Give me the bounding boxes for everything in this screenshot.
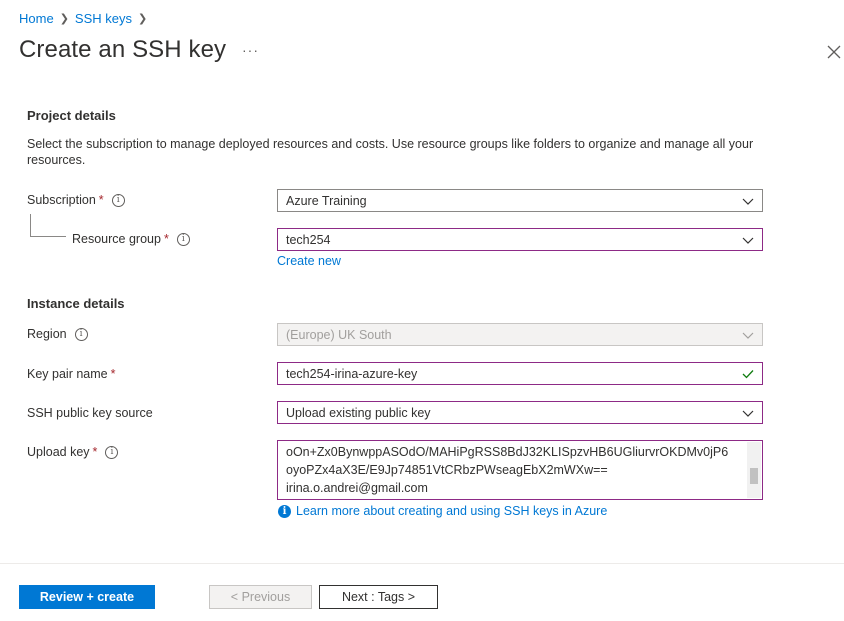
- resource-group-select[interactable]: tech254: [277, 228, 763, 251]
- scrollbar-thumb[interactable]: [750, 468, 758, 484]
- footer-divider: [0, 563, 844, 564]
- chevron-right-icon: ❯: [137, 13, 148, 25]
- review-create-button[interactable]: Review + create: [19, 585, 155, 609]
- subscription-select[interactable]: Azure Training: [277, 189, 763, 212]
- breadcrumb-home[interactable]: Home: [19, 11, 54, 26]
- upload-key-label-text: Upload key: [27, 445, 90, 459]
- ssh-source-label: SSH public key source: [27, 406, 153, 420]
- close-icon[interactable]: [826, 44, 842, 60]
- region-label-text: Region: [27, 327, 67, 341]
- learn-more-link[interactable]: Learn more about creating and using SSH …: [296, 504, 607, 518]
- tree-connector: [30, 214, 66, 237]
- required-marker: *: [92, 445, 98, 459]
- key-pair-name-input[interactable]: tech254-irina-azure-key: [277, 362, 763, 385]
- subscription-value: Azure Training: [286, 193, 367, 208]
- key-pair-value: tech254-irina-azure-key: [286, 366, 418, 381]
- info-icon[interactable]: i: [105, 445, 119, 459]
- ssh-source-label-text: SSH public key source: [27, 406, 153, 420]
- ssh-source-select[interactable]: Upload existing public key: [277, 401, 763, 424]
- checkmark-icon: [742, 370, 754, 379]
- info-icon: i: [278, 504, 291, 518]
- instance-details-heading: Instance details: [27, 296, 125, 311]
- region-label: Region i: [27, 327, 88, 341]
- page-title: Create an SSH key: [19, 36, 227, 63]
- info-icon[interactable]: i: [176, 232, 190, 246]
- info-icon[interactable]: i: [74, 327, 88, 341]
- ssh-source-value: Upload existing public key: [286, 405, 431, 420]
- previous-button[interactable]: < Previous: [209, 585, 312, 609]
- textarea-scrollbar[interactable]: [747, 442, 761, 498]
- info-icon[interactable]: i: [111, 193, 125, 207]
- key-line: oyoPZx4aX3E/E9Jp74851VtCRbzPWseagEbX2mWX…: [286, 463, 608, 477]
- required-marker: *: [110, 367, 116, 381]
- subscription-label: Subscription * i: [27, 193, 125, 207]
- chevron-down-icon: [742, 198, 754, 205]
- key-line: oOn+Zx0BynwppASOdO/MAHiPgRSS8BdJ32KLISpz…: [286, 445, 729, 459]
- more-options-icon[interactable]: ···: [242, 42, 259, 58]
- required-marker: *: [98, 193, 104, 207]
- upload-key-textarea[interactable]: oOn+Zx0BynwppASOdO/MAHiPgRSS8BdJ32KLISpz…: [277, 440, 763, 500]
- create-new-link[interactable]: Create new: [277, 254, 341, 268]
- key-line: irina.o.andrei@gmail.com: [286, 481, 428, 495]
- chevron-down-icon: [742, 410, 754, 417]
- upload-key-label: Upload key * i: [27, 445, 119, 459]
- chevron-down-icon: [742, 332, 754, 339]
- breadcrumb: Home ❯ SSH keys ❯: [19, 11, 153, 26]
- chevron-right-icon: ❯: [59, 13, 69, 25]
- learn-more-row: i Learn more about creating and using SS…: [278, 504, 607, 518]
- chevron-down-icon: [742, 237, 754, 244]
- region-select: (Europe) UK South: [277, 323, 763, 346]
- required-marker: *: [163, 232, 169, 246]
- subscription-label-text: Subscription: [27, 193, 96, 207]
- key-pair-label-text: Key pair name: [27, 367, 108, 381]
- region-value: (Europe) UK South: [286, 327, 392, 342]
- project-description: Select the subscription to manage deploy…: [27, 137, 754, 167]
- breadcrumb-ssh-keys[interactable]: SSH keys: [75, 11, 132, 26]
- key-pair-label: Key pair name *: [27, 367, 115, 381]
- project-details-heading: Project details: [27, 108, 116, 123]
- resource-group-value: tech254: [286, 232, 331, 247]
- resource-group-label-text: Resource group: [72, 232, 161, 246]
- resource-group-label: Resource group * i: [72, 232, 190, 246]
- next-button[interactable]: Next : Tags >: [319, 585, 438, 609]
